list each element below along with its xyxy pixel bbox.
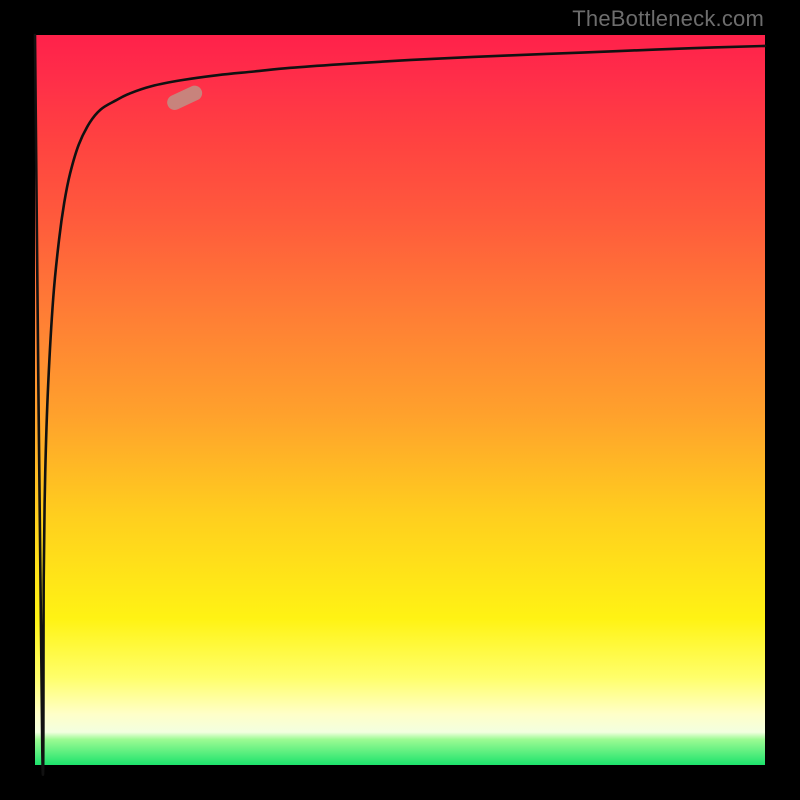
bottleneck-curve: [35, 35, 765, 775]
watermark-text: TheBottleneck.com: [572, 6, 764, 32]
plot-area: [35, 35, 765, 765]
curve-marker[interactable]: [165, 84, 204, 112]
curve-svg: [35, 35, 765, 765]
chart-stage: TheBottleneck.com: [0, 0, 800, 800]
marker-pill-icon: [165, 84, 204, 112]
